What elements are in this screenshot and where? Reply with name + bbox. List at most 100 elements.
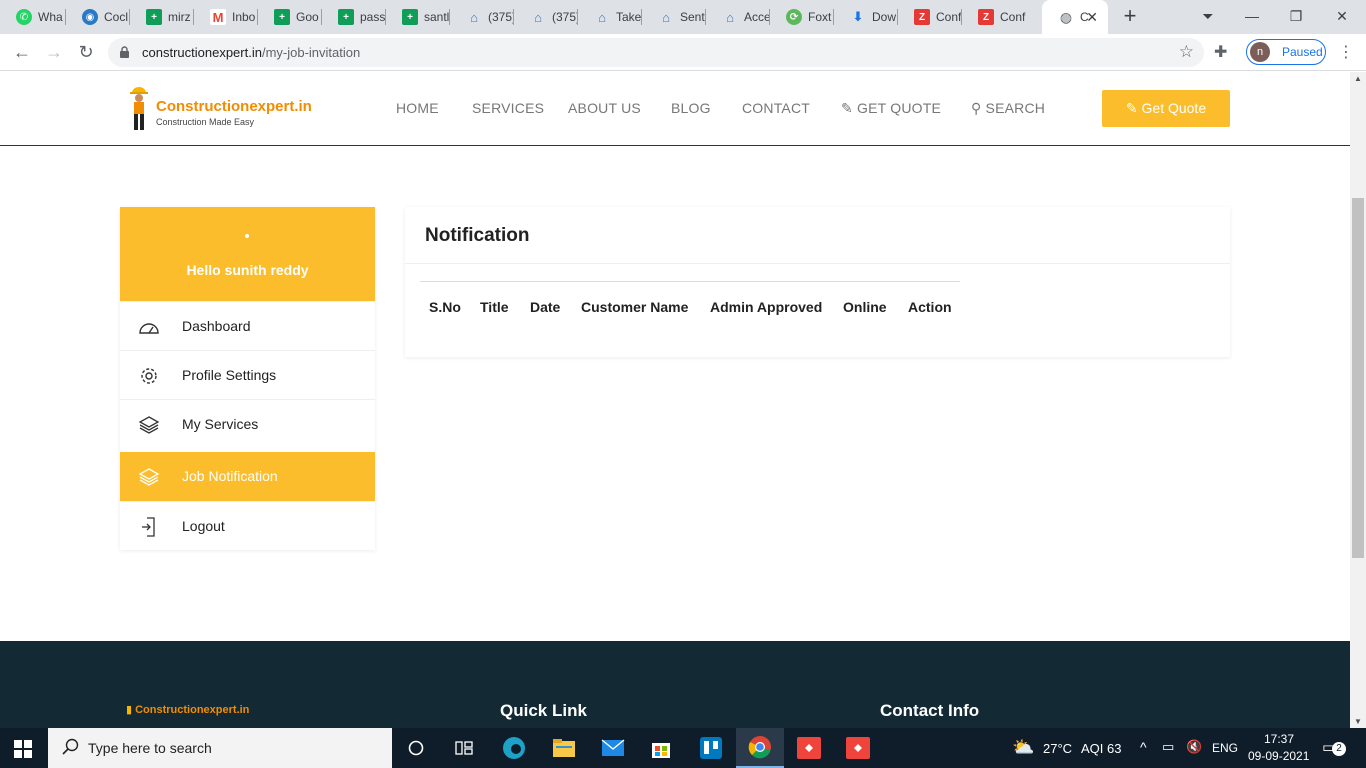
weather-icon[interactable]: ⛅ bbox=[1012, 737, 1034, 758]
zoho-icon: Z bbox=[914, 9, 930, 25]
cortana-icon[interactable] bbox=[392, 728, 440, 768]
task-view-icon[interactable] bbox=[440, 728, 488, 768]
edit-icon: ✎ bbox=[1125, 100, 1142, 116]
sidebar-item-my-services[interactable]: My Services bbox=[120, 399, 375, 448]
weather-aqi[interactable]: AQI 63 bbox=[1081, 741, 1121, 756]
brand-name: Constructionexpert.in bbox=[156, 98, 312, 115]
minimize-button[interactable]: — bbox=[1232, 4, 1272, 28]
clock-time[interactable]: 17:37 bbox=[1264, 732, 1294, 746]
get-quote-button[interactable]: ✎ Get Quote bbox=[1102, 90, 1230, 127]
dashboard-sidebar: Hello sunith reddy Dashboard Profile Set… bbox=[120, 207, 375, 550]
nav-services[interactable]: SERVICES bbox=[472, 100, 544, 116]
clock-date[interactable]: 09-09-2021 bbox=[1248, 749, 1309, 763]
scroll-down-arrow-icon[interactable]: ▼ bbox=[1354, 717, 1362, 726]
nav-get-quote[interactable]: ✎ GET QUOTE bbox=[841, 100, 941, 117]
browser-toolbar: ← → ↻ constructionexpert.in/my-job-invit… bbox=[0, 34, 1366, 71]
mail-icon: ⌂ bbox=[726, 9, 734, 25]
chrome-icon[interactable] bbox=[736, 728, 784, 768]
extensions-icon[interactable]: ✚ bbox=[1214, 42, 1227, 62]
browser-tab[interactable]: Z Conf bbox=[962, 0, 1034, 34]
browser-tab[interactable]: ⌂ Take bbox=[578, 0, 642, 34]
browser-menu-icon[interactable]: ⋮ bbox=[1338, 42, 1354, 62]
browser-tab[interactable]: ◉ Cocl bbox=[66, 0, 130, 34]
close-window-button[interactable]: ✕ bbox=[1322, 4, 1362, 28]
back-button[interactable]: ← bbox=[10, 40, 34, 64]
volume-muted-icon[interactable]: 🔇 bbox=[1186, 739, 1202, 755]
new-tab-button[interactable]: + bbox=[1118, 5, 1142, 29]
avatar-placeholder bbox=[245, 234, 249, 238]
table-top-border bbox=[420, 281, 960, 282]
notification-center-icon[interactable]: ▭ 2 bbox=[1322, 738, 1346, 758]
search-icon: ⚲ bbox=[971, 100, 986, 116]
footer-heading-quick-link: Quick Link bbox=[500, 701, 587, 720]
network-icon[interactable]: ▭ bbox=[1162, 739, 1174, 755]
browser-tab[interactable]: ⌂ Acce bbox=[706, 0, 770, 34]
sidebar-item-logout[interactable]: Logout bbox=[120, 501, 375, 550]
globe-icon: ◍ bbox=[1059, 8, 1073, 25]
browser-tab-active[interactable]: ◍ C ✕ bbox=[1042, 0, 1108, 34]
weather-temp[interactable]: 27°C bbox=[1043, 741, 1072, 756]
brand-tagline: Construction Made Easy bbox=[156, 117, 255, 127]
footer-logo[interactable]: ▮ Constructionexpert.in bbox=[126, 703, 249, 716]
browser-tab[interactable]: ✆ Wha bbox=[0, 0, 66, 34]
chevron-up-icon[interactable]: ^ bbox=[1140, 739, 1147, 755]
trello-icon[interactable] bbox=[687, 728, 735, 768]
browser-tab[interactable]: + pass bbox=[322, 0, 386, 34]
language-indicator[interactable]: ENG bbox=[1212, 741, 1238, 755]
browser-tab[interactable]: ⟳ Foxt bbox=[770, 0, 834, 34]
browser-tab[interactable]: M Inbo bbox=[194, 0, 258, 34]
column-header-sno: S.No bbox=[429, 299, 461, 315]
site-logo[interactable]: Constructionexpert.in Construction Made … bbox=[126, 86, 326, 132]
browser-tab[interactable]: ⌂ (375) bbox=[514, 0, 578, 34]
sidebar-item-job-notification[interactable]: Job Notification bbox=[120, 452, 375, 501]
browser-tab[interactable]: + Goo bbox=[258, 0, 322, 34]
forward-button[interactable]: → bbox=[42, 40, 66, 64]
browser-tab[interactable]: + santl bbox=[386, 0, 450, 34]
store-app-icon[interactable] bbox=[637, 728, 685, 768]
taskbar-search-box[interactable]: Type here to search bbox=[48, 728, 392, 768]
column-header-action: Action bbox=[908, 299, 952, 315]
browser-tab[interactable]: ⌂ Sent bbox=[642, 0, 706, 34]
bookmark-star-icon[interactable]: ☆ bbox=[1179, 42, 1194, 62]
scrollbar-thumb[interactable] bbox=[1352, 198, 1364, 558]
worker-logo-icon bbox=[130, 87, 148, 130]
reload-button[interactable]: ↻ bbox=[74, 40, 98, 64]
gear-icon bbox=[141, 368, 157, 384]
notification-count-badge: 2 bbox=[1332, 742, 1346, 756]
restore-button[interactable]: ❐ bbox=[1276, 4, 1316, 28]
close-tab-icon[interactable]: ✕ bbox=[1086, 9, 1098, 26]
search-icon bbox=[62, 738, 79, 755]
profile-button[interactable]: n Paused bbox=[1246, 39, 1326, 65]
sheets-icon: + bbox=[338, 9, 354, 25]
tab-search-icon[interactable]: ⏷ bbox=[1188, 4, 1228, 28]
address-bar[interactable]: constructionexpert.in/my-job-invitation … bbox=[108, 38, 1204, 67]
column-header-admin-approved: Admin Approved bbox=[710, 299, 823, 315]
zoho-icon: Z bbox=[978, 9, 994, 25]
scroll-up-arrow-icon[interactable]: ▲ bbox=[1354, 74, 1362, 83]
anydesk-icon[interactable] bbox=[785, 728, 833, 768]
nav-blog[interactable]: BLOG bbox=[671, 100, 711, 116]
url-text: constructionexpert.in/my-job-invitation bbox=[142, 45, 361, 60]
browser-tab[interactable]: ⌂ (375) bbox=[450, 0, 514, 34]
sidebar-profile-header: Hello sunith reddy bbox=[120, 207, 375, 301]
browser-tab[interactable]: + mirz bbox=[130, 0, 194, 34]
browser-tab[interactable]: Z Conf bbox=[898, 0, 962, 34]
sidebar-item-profile-settings[interactable]: Profile Settings bbox=[120, 350, 375, 399]
anydesk-icon[interactable] bbox=[834, 728, 882, 768]
sidebar-item-dashboard[interactable]: Dashboard bbox=[120, 301, 375, 350]
windows-start-icon[interactable] bbox=[14, 740, 32, 758]
layers-icon bbox=[138, 416, 160, 434]
nav-home[interactable]: HOME bbox=[396, 100, 439, 116]
edge-browser-icon[interactable] bbox=[490, 728, 538, 768]
nav-about-us[interactable]: ABOUT US bbox=[568, 100, 641, 116]
page-scrollbar[interactable]: ▲ ▼ bbox=[1350, 72, 1366, 728]
file-explorer-icon[interactable] bbox=[540, 728, 588, 768]
site-footer: ▮ Constructionexpert.in Quick Link Conta… bbox=[0, 641, 1350, 728]
avatar: n bbox=[1250, 42, 1270, 62]
browser-tab[interactable]: ⬇ Dow bbox=[834, 0, 898, 34]
mail-icon: ⌂ bbox=[534, 9, 542, 25]
mail-app-icon[interactable] bbox=[589, 728, 637, 768]
site-header: Constructionexpert.in Construction Made … bbox=[0, 72, 1350, 146]
nav-search[interactable]: ⚲ SEARCH bbox=[971, 100, 1045, 117]
nav-contact[interactable]: CONTACT bbox=[742, 100, 810, 116]
